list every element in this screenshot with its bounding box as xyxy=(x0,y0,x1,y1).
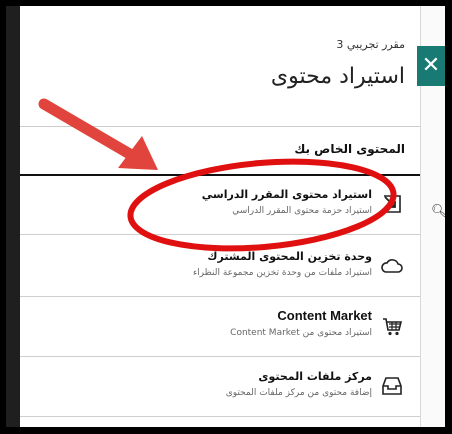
item-description: استيراد ملفات من وحدة تخزين مجموعة النظر… xyxy=(192,268,372,278)
list-item-content-market[interactable]: Content Market استيراد محتوى من Content … xyxy=(20,298,420,357)
item-description: استيراد محتوى من Content Market xyxy=(230,328,372,338)
item-label: استيراد محتوى المقرر الدراسي xyxy=(201,188,372,201)
inbox-tray-icon xyxy=(378,372,406,400)
search-icon[interactable]: 🔍︎ xyxy=(431,204,445,219)
item-description: استيراد حزمة محتوى المقرر الدراسي xyxy=(232,206,372,216)
item-label: مركز ملفات المحتوى xyxy=(258,370,372,383)
background-strip xyxy=(6,6,20,427)
screenshot-frame: 🔍︎ مقرر تجريبي 3 استيراد محتوى المحتوى ا… xyxy=(6,6,445,427)
list-item-shared-content[interactable]: وحدة تخزين المحتوى المشترك استيراد ملفات… xyxy=(20,238,420,297)
cart-icon xyxy=(378,312,406,340)
close-button[interactable]: ✕ xyxy=(417,46,445,86)
section-label: المحتوى الخاص بك xyxy=(294,142,405,156)
list-item-import-course-content[interactable]: استيراد محتوى المقرر الدراسي استيراد حزم… xyxy=(20,176,420,235)
item-label: Content Market xyxy=(277,308,372,323)
cloud-icon xyxy=(378,252,406,280)
header-divider xyxy=(20,126,420,127)
import-content-panel: مقرر تجريبي 3 استيراد محتوى المحتوى الخا… xyxy=(20,6,420,427)
item-description: إضافة محتوى من مركز ملفات المحتوى xyxy=(225,388,372,398)
item-label: وحدة تخزين المحتوى المشترك xyxy=(207,250,372,263)
page-title: استيراد محتوى xyxy=(270,64,405,89)
import-arrow-icon xyxy=(378,190,406,218)
course-subtitle: مقرر تجريبي 3 xyxy=(336,38,405,51)
list-item-content-file-hub[interactable]: مركز ملفات المحتوى إضافة محتوى من مركز م… xyxy=(20,358,420,417)
